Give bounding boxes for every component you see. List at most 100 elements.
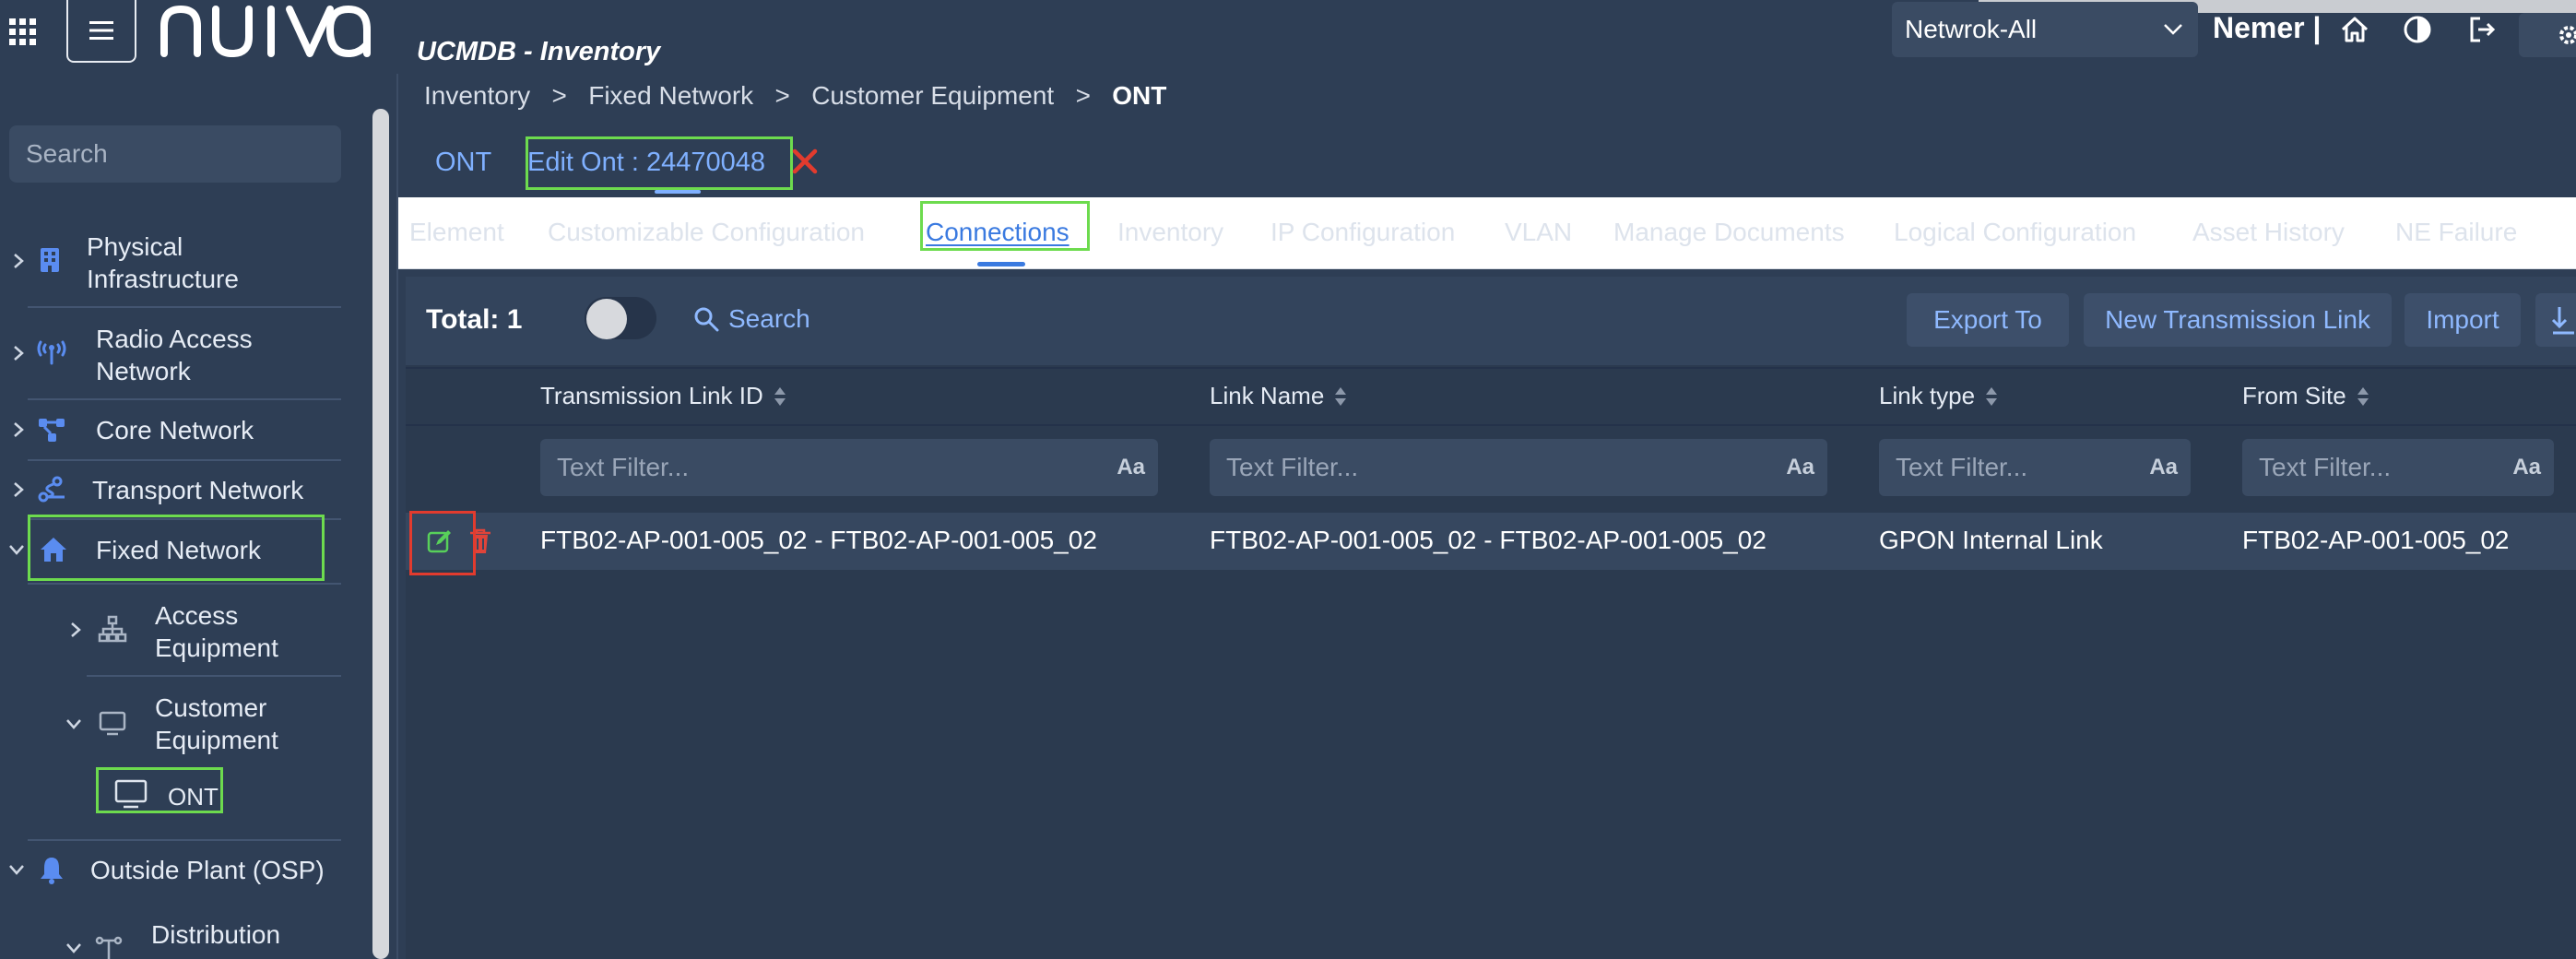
chevron-right-icon[interactable]: [9, 480, 28, 499]
network-select[interactable]: Netwrok-All: [1892, 2, 2198, 57]
sidebar-search-input[interactable]: Search: [9, 125, 341, 183]
cell-from-site: FTB02-AP-001-005_02: [2242, 526, 2510, 554]
divider: [28, 459, 341, 461]
match-case-toggle[interactable]: Aa: [2149, 455, 2178, 480]
network-nodes-icon: [39, 419, 65, 442]
export-to-button[interactable]: Export To: [1907, 293, 2069, 347]
column-header-link-type[interactable]: Link type: [1879, 382, 1999, 410]
breadcrumb-separator: >: [1075, 81, 1091, 110]
sort-icon[interactable]: [773, 385, 787, 408]
cell-transmission-link-id: FTB02-AP-001-005_02 - FTB02-AP-001-005_0…: [540, 526, 1097, 554]
match-case-toggle[interactable]: Aa: [1117, 455, 1145, 480]
subtab-manage-documents[interactable]: Manage Documents: [1613, 218, 1845, 247]
chevron-right-icon[interactable]: [9, 252, 28, 270]
chevron-down-icon[interactable]: [65, 939, 83, 957]
chevron-right-icon[interactable]: [9, 344, 28, 362]
breadcrumb-item[interactable]: Fixed Network: [588, 81, 753, 111]
transport-icon: [38, 476, 65, 503]
chevron-down-icon[interactable]: [7, 860, 26, 879]
subtab-vlan[interactable]: VLAN: [1505, 218, 1572, 247]
nuiva-logo: [160, 6, 371, 57]
total-count: Total: 1: [426, 304, 523, 335]
sidebar-item-distribution[interactable]: Distribution: [151, 918, 280, 951]
filter-placeholder: Text Filter...: [2259, 453, 2392, 481]
settings-button[interactable]: [2519, 13, 2576, 57]
monitor-icon: [99, 711, 126, 736]
breadcrumb-separator: >: [551, 81, 567, 110]
import-button[interactable]: Import: [2405, 293, 2521, 347]
logout-icon[interactable]: [2465, 13, 2499, 46]
subtab-logical-configuration[interactable]: Logical Configuration: [1894, 218, 2136, 247]
subtab-inventory[interactable]: Inventory: [1117, 218, 1223, 247]
divider: [28, 839, 341, 841]
filter-placeholder: Text Filter...: [557, 453, 690, 481]
filter-transmission-link-id[interactable]: Text Filter... Aa: [540, 439, 1158, 496]
sidebar-item-outside-plant[interactable]: Outside Plant (OSP): [90, 854, 325, 886]
chevron-down-icon: [2164, 24, 2182, 35]
breadcrumb-item[interactable]: Inventory: [424, 81, 530, 111]
filter-from-site[interactable]: Text Filter... Aa: [2242, 439, 2554, 496]
subtab-asset-history[interactable]: Asset History: [2192, 218, 2345, 247]
sidebar-item-label: Access: [155, 601, 239, 630]
toggle-knob[interactable]: [586, 299, 627, 339]
sidebar-item-label: Transport Network: [92, 476, 304, 504]
download-icon: [2551, 307, 2574, 335]
sort-icon[interactable]: [2356, 385, 2370, 408]
match-case-toggle[interactable]: Aa: [2512, 455, 2541, 480]
new-transmission-link-button[interactable]: New Transmission Link: [2084, 293, 2392, 347]
contrast-icon[interactable]: [2401, 13, 2434, 46]
sidebar-item-core-network[interactable]: Core Network: [96, 414, 254, 446]
sidebar-item-customer-equipment[interactable]: Customer Equipment: [155, 692, 278, 756]
subtab-ne-failure[interactable]: NE Failure: [2395, 218, 2517, 247]
distribution-icon: [95, 936, 123, 959]
divider: [28, 306, 341, 308]
divider: [28, 583, 341, 585]
sidebar-item-label: Network: [96, 357, 191, 385]
subtab-customizable-configuration[interactable]: Customizable Configuration: [548, 218, 865, 247]
highlight-box: [96, 767, 223, 813]
app-title: UCMDB - Inventory: [417, 37, 661, 66]
subtab-ip-configuration[interactable]: IP Configuration: [1270, 218, 1455, 247]
filter-link-type[interactable]: Text Filter... Aa: [1879, 439, 2191, 496]
sidebar-item-access-equipment[interactable]: Access Equipment: [155, 599, 278, 664]
chevron-right-icon[interactable]: [9, 420, 28, 439]
chevron-down-icon[interactable]: [7, 540, 26, 559]
sidebar-item-radio-access-network[interactable]: Radio Access Network: [96, 323, 253, 387]
sidebar-item-label: Equipment: [155, 633, 278, 662]
column-header-link-name[interactable]: Link Name: [1210, 382, 1348, 410]
highlight-box: [920, 201, 1090, 251]
filter-link-name[interactable]: Text Filter... Aa: [1210, 439, 1827, 496]
sidebar-item-physical-infrastructure[interactable]: Physical Infrastructure: [87, 231, 239, 295]
column-header-transmission-link-id[interactable]: Transmission Link ID: [540, 382, 787, 410]
breadcrumb-item[interactable]: Customer Equipment: [811, 81, 1054, 111]
chevron-down-icon[interactable]: [65, 715, 83, 733]
close-icon[interactable]: [791, 148, 819, 175]
search-icon: [694, 307, 719, 332]
apps-grid-icon[interactable]: [7, 17, 39, 48]
sort-icon[interactable]: [1333, 385, 1348, 408]
chevron-right-icon[interactable]: [66, 621, 85, 639]
sidebar-item-label: Equipment: [155, 726, 278, 754]
hierarchy-icon: [98, 615, 127, 643]
tab-ont[interactable]: ONT: [435, 129, 491, 195]
highlight-box: [409, 511, 476, 575]
home-icon[interactable]: [2338, 13, 2371, 46]
hamburger-menu-button[interactable]: [66, 0, 136, 63]
divider: [28, 398, 341, 400]
user-name[interactable]: Nemer |: [2213, 11, 2321, 45]
column-header-from-site[interactable]: From Site: [2242, 382, 2370, 410]
sidebar-item-label: Physical: [87, 232, 183, 261]
sidebar-scrollbar[interactable]: [372, 109, 389, 959]
sidebar-item-label: Customer: [155, 693, 267, 722]
match-case-toggle[interactable]: Aa: [1786, 455, 1814, 480]
sort-icon[interactable]: [1984, 385, 1999, 408]
highlight-box: [526, 136, 793, 190]
download-button[interactable]: [2535, 293, 2576, 347]
detail-subtabs: Element Customizable Configuration Conne…: [398, 197, 2576, 269]
subtab-element[interactable]: Element: [409, 218, 504, 247]
sidebar-item-transport-network[interactable]: Transport Network: [92, 474, 303, 506]
column-header-label: From Site: [2242, 382, 2346, 409]
hamburger-icon: [89, 21, 113, 40]
grid-search-button[interactable]: Search: [693, 304, 810, 334]
column-header-label: Transmission Link ID: [540, 382, 763, 409]
